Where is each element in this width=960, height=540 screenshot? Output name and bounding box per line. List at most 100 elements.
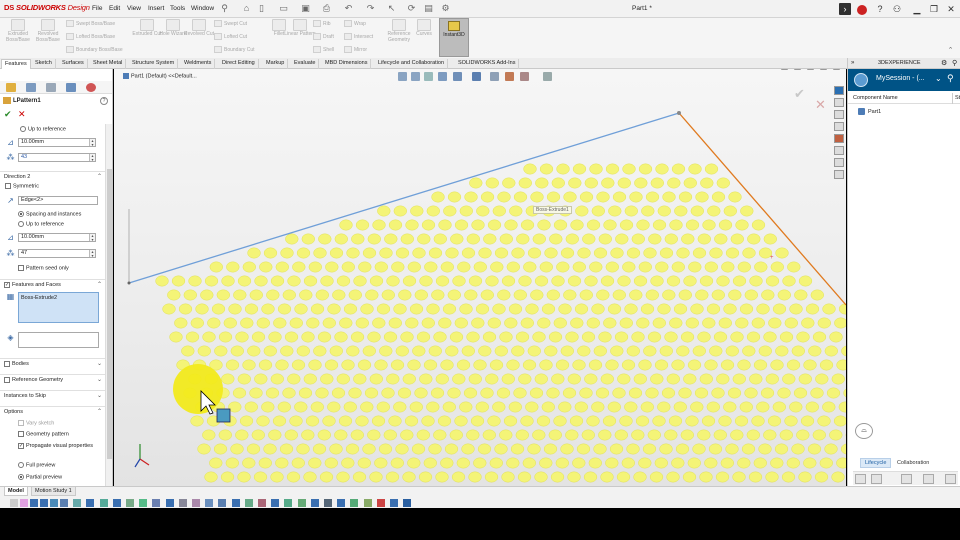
redo-icon[interactable]: ↷ <box>366 4 375 13</box>
chevron-down-icon[interactable]: ⌄ <box>935 74 942 83</box>
spacing-and-instances-radio[interactable]: Spacing and instances <box>18 211 81 217</box>
toggle-filter-icon[interactable] <box>10 499 18 507</box>
tab-model[interactable]: Model <box>4 487 28 496</box>
cancel-button[interactable]: ✕ <box>18 109 26 120</box>
faces-selection-box[interactable] <box>18 332 99 348</box>
tab-evaluate[interactable]: Evaluate <box>291 59 320 69</box>
3dexperience-icon[interactable] <box>856 3 868 15</box>
filter-center-icon[interactable] <box>297 499 306 507</box>
full-preview-radio[interactable]: Full preview <box>18 462 55 468</box>
tab-weldments[interactable]: Weldments <box>181 59 216 69</box>
filter-tables-icon[interactable] <box>231 499 240 507</box>
new-document-icon[interactable]: ▯ <box>257 4 266 13</box>
intersect-button[interactable]: Intersect <box>344 32 373 42</box>
instant3d-button[interactable]: Instant3D <box>439 18 469 57</box>
edit-appearance-icon[interactable] <box>505 72 514 81</box>
file-properties-icon[interactable]: ▤ <box>424 4 433 13</box>
print-icon[interactable]: ⎙ <box>322 4 331 13</box>
solidworks-resources-icon[interactable] <box>834 98 844 107</box>
revolved-cut-button[interactable]: Revolved Cut <box>183 19 215 55</box>
hide-show-items-icon[interactable] <box>490 72 499 81</box>
tab-lifecycle[interactable]: Lifecycle <box>860 458 892 468</box>
tab-sheet-metal[interactable]: Sheet Metal <box>90 59 127 69</box>
minimize-icon[interactable]: ▁ <box>911 3 923 15</box>
user-icon[interactable]: ⚇ <box>891 3 903 15</box>
filter-balloons-icon[interactable] <box>244 499 253 507</box>
open-icon[interactable]: ▭ <box>279 4 288 13</box>
tab-motion-study[interactable]: Motion Study 1 <box>31 487 76 496</box>
arrow-left-icon[interactable] <box>855 474 866 484</box>
save-to-platform-icon[interactable] <box>871 474 882 484</box>
spacing-stepper-1[interactable]: ▴ ▾ <box>89 139 95 146</box>
menu-view[interactable]: View <box>127 5 141 12</box>
spacing-stepper-2[interactable]: ▴ ▾ <box>89 234 95 241</box>
app-logo[interactable]: DS SOLIDWORKS Design <box>4 3 90 12</box>
extruded-boss-button[interactable]: Extruded Boss/Base <box>2 19 34 55</box>
filter-loops-icon[interactable] <box>337 499 346 507</box>
spacing-field-1[interactable]: 10.00mm ▴ ▾ <box>18 138 96 147</box>
features-and-faces-section-header[interactable]: ✓ Features and Faces ⌃ <box>0 279 105 290</box>
flyout-feature-tree[interactable]: Part1 (Default) <<Default... <box>123 73 197 79</box>
appearances-icon[interactable] <box>834 146 844 155</box>
display-style-icon[interactable] <box>472 72 481 81</box>
direction2-section-header[interactable]: Direction 2 ⌃ <box>0 171 105 182</box>
compass-icon[interactable] <box>854 73 868 87</box>
tab-direct-editing[interactable]: Direct Editing <box>219 59 259 69</box>
menu-file[interactable]: File <box>92 5 102 12</box>
component-name-column[interactable]: Component Name <box>853 95 898 101</box>
filter-vertices-icon[interactable] <box>20 499 28 507</box>
previous-view-icon[interactable] <box>424 72 433 81</box>
vary-sketch-checkbox[interactable]: Vary sketch <box>18 420 54 426</box>
ok-button[interactable]: ✔ <box>4 109 12 120</box>
filter-planes-icon[interactable] <box>126 499 134 507</box>
display-manager-icon[interactable] <box>86 83 96 92</box>
undo-icon[interactable]: ↶ <box>344 4 353 13</box>
up-to-reference-radio-2[interactable]: Up to reference <box>18 221 64 227</box>
filter-welds-icon[interactable] <box>165 499 174 507</box>
filter-surfaces-icon[interactable] <box>139 499 148 507</box>
filter-axes-icon[interactable] <box>112 499 121 507</box>
direction-arrow-icon[interactable]: ↗ <box>6 197 15 205</box>
spacing-field-2[interactable]: 10.00mm ▴ ▾ <box>18 233 96 242</box>
rib-button[interactable]: Rib <box>313 19 331 29</box>
graphics-area[interactable]: + Part1 (Default) <<Default... Boss-Extr… <box>114 69 846 486</box>
tab-mbd-dimensions[interactable]: MBD Dimensions <box>322 59 372 69</box>
cloud-helmet-icon[interactable]: ⌓ <box>855 423 873 439</box>
component-row-part1[interactable]: Part1 <box>858 108 881 115</box>
collapse-ribbon-icon[interactable]: ⌃ <box>946 46 955 55</box>
property-manager-icon[interactable] <box>26 83 36 92</box>
viewport-minimize-icon[interactable] <box>807 69 814 70</box>
options-section-header[interactable]: Options ⌃ <box>0 406 105 417</box>
viewport-restore-icon[interactable] <box>820 69 827 70</box>
pin-icon[interactable]: ⚲ <box>952 58 957 69</box>
filter-points-icon[interactable] <box>99 499 108 507</box>
instances-field-1[interactable]: 43 ▴ ▾ <box>18 153 96 162</box>
confirm-ok-icon[interactable]: ✔ <box>794 86 805 102</box>
menu-tools[interactable]: Tools <box>170 5 185 12</box>
shell-button[interactable]: Shell <box>313 45 334 55</box>
tab-solidworks-addins[interactable]: SOLIDWORKS Add-Ins <box>455 59 520 69</box>
file-explorer-icon[interactable] <box>834 122 844 131</box>
filter-sketch-icon[interactable] <box>86 499 95 507</box>
pattern-seed-only-checkbox[interactable]: Pattern seed only <box>18 265 69 271</box>
options-gear-icon[interactable]: ⚙ <box>441 4 450 13</box>
propagate-visual-properties-checkbox[interactable]: ✓ Propagate visual properties <box>18 443 98 449</box>
menu-insert[interactable]: Insert <box>148 5 164 12</box>
search-icon[interactable] <box>923 474 934 484</box>
model-canvas[interactable]: + <box>114 69 846 486</box>
tab-markup[interactable]: Markup <box>263 59 289 69</box>
save-icon[interactable]: ▣ <box>301 4 310 13</box>
tab-lifecycle-collaboration[interactable]: Lifecycle and Collaboration <box>375 59 449 69</box>
features-selection-box[interactable]: Boss-Extrude2 <box>18 292 99 323</box>
filter-blocks-icon[interactable] <box>218 499 227 507</box>
swept-boss-button[interactable]: Swept Boss/Base <box>66 19 115 29</box>
gear-icon[interactable]: ⚙ <box>941 58 947 69</box>
filter-all-icon[interactable] <box>390 499 398 507</box>
up-to-reference-radio-1[interactable]: Up to reference <box>20 126 66 132</box>
partial-preview-radio[interactable]: Partial preview <box>18 474 62 480</box>
view-settings-icon[interactable] <box>543 72 552 81</box>
instances-field-2[interactable]: 47 ▴ ▾ <box>18 249 96 258</box>
boundary-cut-button[interactable]: Boundary Cut <box>214 45 255 55</box>
help-icon[interactable]: ? <box>874 3 886 15</box>
feature-manager-icon[interactable] <box>6 83 16 92</box>
